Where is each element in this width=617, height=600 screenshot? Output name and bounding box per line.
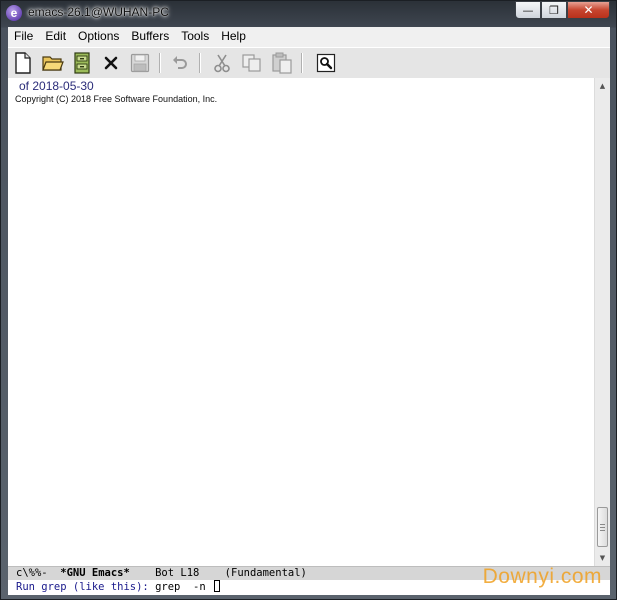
search-button[interactable] <box>314 51 338 75</box>
scrollbar-thumb[interactable] <box>597 507 608 547</box>
kill-buffer-button[interactable] <box>99 51 123 75</box>
copy-icon <box>242 54 261 72</box>
toolbar-separator <box>301 53 303 73</box>
minimize-button[interactable]: — <box>515 1 541 19</box>
watermark-logo: Downyi.com <box>482 565 602 588</box>
dired-cabinet-icon <box>74 52 90 74</box>
save-icon <box>130 53 150 73</box>
window-controls: — ❐ ✕ <box>515 1 610 20</box>
menu-buffers[interactable]: Buffers <box>125 27 175 46</box>
paste-icon <box>272 52 292 74</box>
undo-icon <box>173 56 187 69</box>
menu-bar: File Edit Options Buffers Tools Help <box>8 27 610 46</box>
copy-button[interactable] <box>240 51 264 75</box>
toolbar-separator <box>159 53 161 73</box>
minibuffer-prompt: Run grep (like this): <box>16 581 156 593</box>
vertical-scrollbar[interactable]: ▲ ▼ <box>594 78 610 566</box>
modeline-major-mode[interactable]: (Fundamental) <box>225 567 307 579</box>
new-file-icon <box>15 52 31 74</box>
save-button[interactable] <box>128 51 152 75</box>
scroll-down-arrow-icon[interactable]: ▼ <box>595 550 610 566</box>
paste-button[interactable] <box>270 51 294 75</box>
text-cursor <box>213 580 220 592</box>
toolbar-separator <box>199 53 201 73</box>
cut-button[interactable] <box>210 51 234 75</box>
thumb-grip <box>600 527 605 528</box>
undo-button[interactable] <box>168 51 192 75</box>
modeline-status: c\%%- <box>16 567 48 579</box>
dired-button[interactable] <box>70 51 94 75</box>
thumb-grip <box>600 530 605 531</box>
search-icon <box>316 53 336 73</box>
thumb-grip <box>600 524 605 525</box>
scroll-up-arrow-icon[interactable]: ▲ <box>595 78 610 94</box>
buffer-line-copyright: Copyright (C) 2018 Free Software Foundat… <box>15 94 218 104</box>
open-file-button[interactable] <box>41 51 65 75</box>
close-buffer-icon <box>104 56 118 70</box>
editor-buffer[interactable]: of 2018-05-30 Copyright (C) 2018 Free So… <box>8 78 594 566</box>
window-title: emacs-26.1@WUHAN-PC <box>28 5 169 19</box>
modeline-position: Bot L18 <box>155 567 200 579</box>
menu-file[interactable]: File <box>8 27 39 46</box>
new-file-button[interactable] <box>11 51 35 75</box>
client-area: File Edit Options Buffers Tools Help of … <box>8 27 610 595</box>
menu-tools[interactable]: Tools <box>175 27 215 46</box>
title-bar[interactable]: e emacs-26.1@WUHAN-PC — ❐ ✕ <box>1 1 616 26</box>
buffer-line-build-date: of 2018-05-30 <box>19 79 94 93</box>
modeline-buffer-name[interactable]: *GNU Emacs* <box>60 567 130 579</box>
emacs-app-icon[interactable]: e <box>6 5 22 21</box>
close-button[interactable]: ✕ <box>567 1 610 19</box>
minibuffer-input[interactable]: grep -n <box>155 581 212 593</box>
menu-options[interactable]: Options <box>72 27 125 46</box>
menu-edit[interactable]: Edit <box>39 27 72 46</box>
menu-help[interactable]: Help <box>215 27 252 46</box>
open-folder-icon <box>42 56 64 71</box>
maximize-button[interactable]: ❐ <box>541 1 567 19</box>
cut-icon <box>214 54 230 73</box>
emacs-window: e emacs-26.1@WUHAN-PC — ❐ ✕ File Edit Op… <box>0 0 617 600</box>
tool-bar <box>8 47 610 79</box>
